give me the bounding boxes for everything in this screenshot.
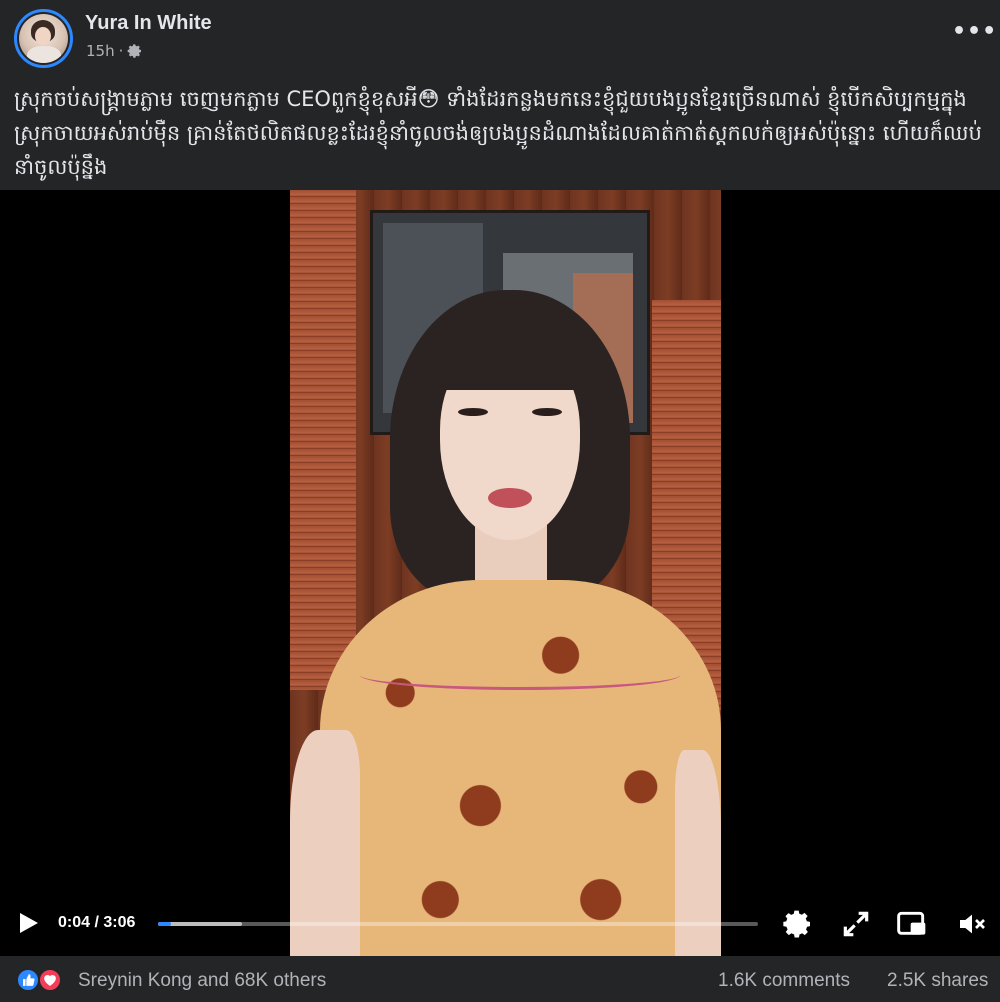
reactions-summary[interactable]: Sreynin Kong and 68K others	[78, 970, 326, 992]
avatar-photo	[19, 14, 68, 63]
like-reaction-icon[interactable]	[16, 968, 40, 992]
video-progress-bar[interactable]	[158, 922, 758, 926]
author-avatar[interactable]	[14, 9, 73, 68]
post-meta: 15h ·	[86, 42, 143, 60]
current-time: 0:04	[58, 914, 91, 931]
video-frame	[290, 190, 721, 956]
post-header: Yura In White 15h · •••	[0, 0, 1000, 74]
video-controls: 0:04 / 3:06	[0, 902, 1000, 948]
love-reaction-icon[interactable]	[38, 968, 62, 992]
meta-separator: ·	[118, 42, 124, 60]
post-footer: Sreynin Kong and 68K others 1.6K comment…	[0, 956, 1000, 1002]
duration: 3:06	[103, 914, 136, 931]
comments-count[interactable]: 1.6K comments	[718, 970, 850, 992]
video-player[interactable]: 0:04 / 3:06	[0, 190, 1000, 956]
post-timestamp[interactable]: 15h	[86, 42, 115, 60]
settings-icon[interactable]	[782, 908, 814, 940]
time-separator: /	[94, 914, 99, 931]
more-options-button[interactable]: •••	[952, 21, 996, 52]
window-blind	[290, 190, 356, 690]
play-icon[interactable]	[18, 911, 40, 935]
fullscreen-icon[interactable]	[840, 908, 872, 940]
facebook-post: Yura In White 15h · ••• ស្រុកចប់សង្គ្រាម…	[0, 0, 1000, 1002]
picture-in-picture-icon[interactable]	[896, 908, 928, 940]
gear-icon[interactable]	[127, 43, 143, 59]
author-name[interactable]: Yura In White	[85, 12, 212, 35]
volume-muted-icon[interactable]	[956, 908, 988, 940]
floral-dress	[320, 580, 721, 956]
post-caption: ស្រុកចប់សង្គ្រាមភ្លាម ចេញមកភ្លាម CEOពួកខ…	[14, 87, 982, 179]
video-time: 0:04 / 3:06	[58, 914, 135, 932]
progress-fill	[158, 922, 172, 926]
shares-count[interactable]: 2.5K shares	[887, 970, 988, 992]
